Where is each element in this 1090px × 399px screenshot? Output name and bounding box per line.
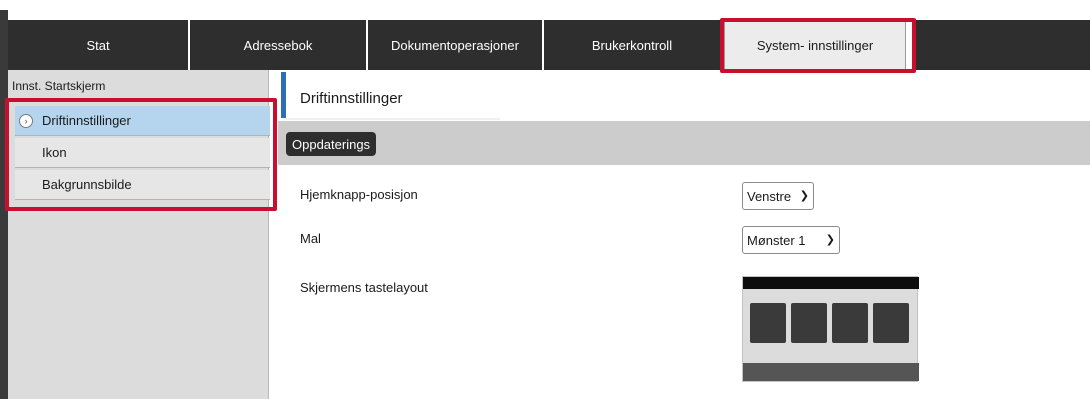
sidebar-item-bakgrunnsbilde[interactable]: Bakgrunnsbilde [15,170,270,200]
sidebar-header: Innst. Startskjerm [12,79,106,93]
left-edge [0,10,8,399]
main-panel: Driftinnstillinger Oppdaterings Hjemknap… [270,70,1090,399]
sidebar-item-driftinnstillinger[interactable]: › Driftinnstillinger [15,106,270,136]
preview-top-bar [743,277,919,289]
home-button-position-select[interactable]: Venstre ❯ [742,182,814,210]
tab-bar: Stat Adressebok Dokumentoperasjoner Bruk… [8,12,1090,70]
sidebar-item-ikon[interactable]: Ikon [15,138,270,168]
template-select[interactable]: Mønster 1 ❯ [742,226,840,254]
update-button[interactable]: Oppdaterings [286,132,377,156]
select-value: Venstre [747,188,792,204]
chevron-down-icon: ❯ [799,190,809,202]
tab-adressebok[interactable]: Adressebok [190,20,368,70]
tab-bar-filler [915,20,1090,70]
tab-system-innstillinger[interactable]: System- innstillinger [724,20,906,70]
toolbar: Oppdaterings [278,121,1090,165]
screen-layout-preview [742,276,919,382]
sidebar-item-label: Ikon [42,145,67,160]
preview-key [832,303,868,343]
top-border [0,0,1090,10]
preview-bottom-bar [743,363,919,381]
title-underline [286,118,500,120]
sidebar-item-label: Bakgrunnsbilde [42,177,132,192]
sidebar-item-label: Driftinnstillinger [42,113,131,128]
select-value: Mønster 1 [747,232,806,248]
preview-key [791,303,827,343]
template-label: Mal [300,231,321,246]
chevron-down-icon: ❯ [825,234,835,246]
app-window: Stat Adressebok Dokumentoperasjoner Bruk… [0,0,1090,399]
home-button-position-label: Hjemknapp-posisjon [300,187,418,202]
title-accent-bar [281,72,286,118]
page-title: Driftinnstillinger [300,89,403,107]
screen-key-layout-label: Skjermens tastelayout [300,280,428,295]
tab-stat[interactable]: Stat [8,20,190,70]
tab-dokumentoperasjoner[interactable]: Dokumentoperasjoner [368,20,544,70]
sidebar: Innst. Startskjerm › Driftinnstillinger … [8,70,270,399]
preview-key [873,303,909,343]
circle-chevron-right-icon: › [19,114,33,128]
preview-key [750,303,786,343]
tab-brukerkontroll[interactable]: Brukerkontroll [544,20,722,70]
